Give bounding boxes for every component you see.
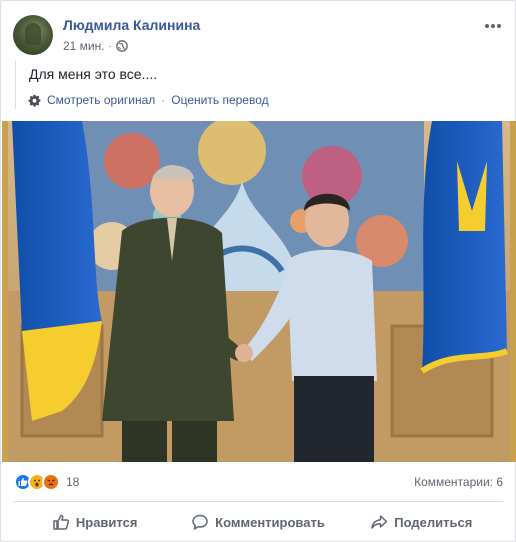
reaction-count[interactable]: 18	[66, 475, 79, 489]
photo-illustration	[2, 121, 516, 462]
share-icon	[371, 515, 388, 529]
comment-icon	[192, 514, 208, 530]
globe-icon[interactable]	[115, 40, 128, 52]
avatar[interactable]	[13, 15, 53, 55]
like-label: Нравится	[75, 514, 138, 530]
angry-reaction-icon	[42, 473, 60, 491]
more-options-icon[interactable]	[483, 21, 503, 31]
like-icon	[53, 514, 69, 530]
translation-divider	[15, 61, 16, 109]
gear-icon[interactable]	[28, 94, 41, 107]
see-original-link[interactable]: Смотреть оригинал	[47, 93, 155, 107]
rate-translation-link[interactable]: Оценить перевод	[171, 93, 268, 107]
translation-separator: ·	[161, 93, 166, 107]
like-button[interactable]: Нравится	[13, 502, 176, 542]
post-text: Для меня это все....	[29, 66, 158, 82]
share-label: Поделиться	[394, 514, 473, 530]
post-header: Людмила Калинина 21 мин. ·	[13, 15, 503, 59]
translation-row: Смотреть оригинал · Оценить перевод	[28, 93, 269, 107]
author-name[interactable]: Людмила Калинина	[63, 17, 200, 33]
post-card: Людмила Калинина 21 мин. · Для меня это …	[0, 0, 516, 542]
post-meta: 21 мин. ·	[63, 39, 128, 53]
share-button[interactable]: Поделиться	[340, 502, 503, 542]
post-time[interactable]: 21 мин.	[63, 39, 105, 53]
meta-separator: ·	[108, 41, 112, 51]
comments-count[interactable]: Комментарии: 6	[414, 475, 503, 489]
post-photo[interactable]	[2, 121, 516, 462]
post-actions: Нравится Комментировать Поделиться	[13, 502, 503, 542]
comment-button[interactable]: Комментировать	[176, 502, 339, 542]
reactions-summary[interactable]: 18	[14, 473, 79, 491]
comment-label: Комментировать	[215, 514, 325, 530]
